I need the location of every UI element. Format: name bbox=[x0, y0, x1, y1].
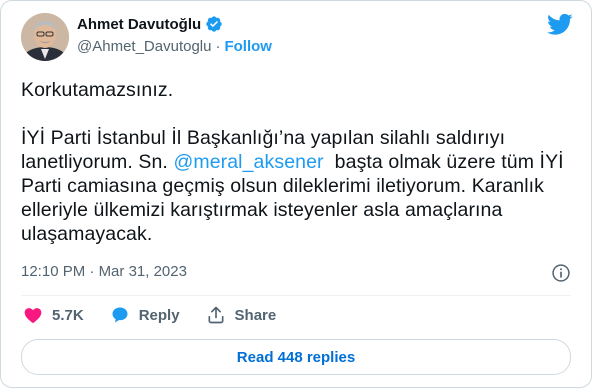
share-label: Share bbox=[234, 306, 277, 324]
action-bar: 5.7K Reply Share bbox=[23, 305, 276, 325]
avatar-photo bbox=[21, 13, 69, 61]
tweet-time[interactable]: 12:10 PM bbox=[21, 263, 85, 280]
author-name-row[interactable]: Ahmet Davutoğlu bbox=[77, 15, 223, 33]
divider bbox=[21, 295, 571, 296]
timestamp-separator: · bbox=[89, 263, 95, 280]
follow-button[interactable]: Follow bbox=[224, 38, 272, 55]
twitter-bird-icon[interactable] bbox=[547, 11, 573, 37]
avatar[interactable] bbox=[21, 13, 69, 61]
share-button[interactable]: Share bbox=[206, 305, 277, 325]
reply-label: Reply bbox=[138, 306, 180, 324]
read-replies-button[interactable]: Read 448 replies bbox=[21, 339, 571, 375]
handle-row: @Ahmet_Davutoglu · Follow bbox=[77, 38, 272, 55]
mention-link[interactable]: @meral_aksener bbox=[173, 151, 323, 173]
like-count: 5.7K bbox=[52, 306, 84, 324]
author-handle[interactable]: @Ahmet_Davutoglu bbox=[77, 38, 211, 55]
verified-badge-icon bbox=[206, 16, 222, 32]
reply-button[interactable]: Reply bbox=[110, 305, 180, 325]
heart-icon bbox=[24, 308, 42, 323]
info-icon[interactable] bbox=[551, 263, 571, 283]
tweet-line-1: Korkutamazsınız. bbox=[21, 79, 174, 101]
share-icon bbox=[208, 306, 224, 324]
tweet-card: Ahmet Davutoğlu @Ahmet_Davutoglu · Follo… bbox=[0, 0, 592, 388]
reply-bubble-icon bbox=[112, 307, 128, 323]
author-name[interactable]: Ahmet Davutoğlu bbox=[77, 16, 201, 33]
like-button[interactable]: 5.7K bbox=[23, 305, 84, 325]
tweet-paragraph-2: İYİ Parti İstanbul İl Başkanlığı’na yapı… bbox=[21, 126, 571, 246]
timestamp-row[interactable]: 12:10 PM · Mar 31, 2023 bbox=[21, 263, 187, 280]
handle-separator: · bbox=[215, 38, 221, 55]
tweet-text: Korkutamazsınız. İYİ Parti İstanbul İl B… bbox=[21, 78, 571, 246]
read-replies-label: Read 448 replies bbox=[236, 348, 356, 366]
tweet-date[interactable]: Mar 31, 2023 bbox=[99, 263, 187, 280]
